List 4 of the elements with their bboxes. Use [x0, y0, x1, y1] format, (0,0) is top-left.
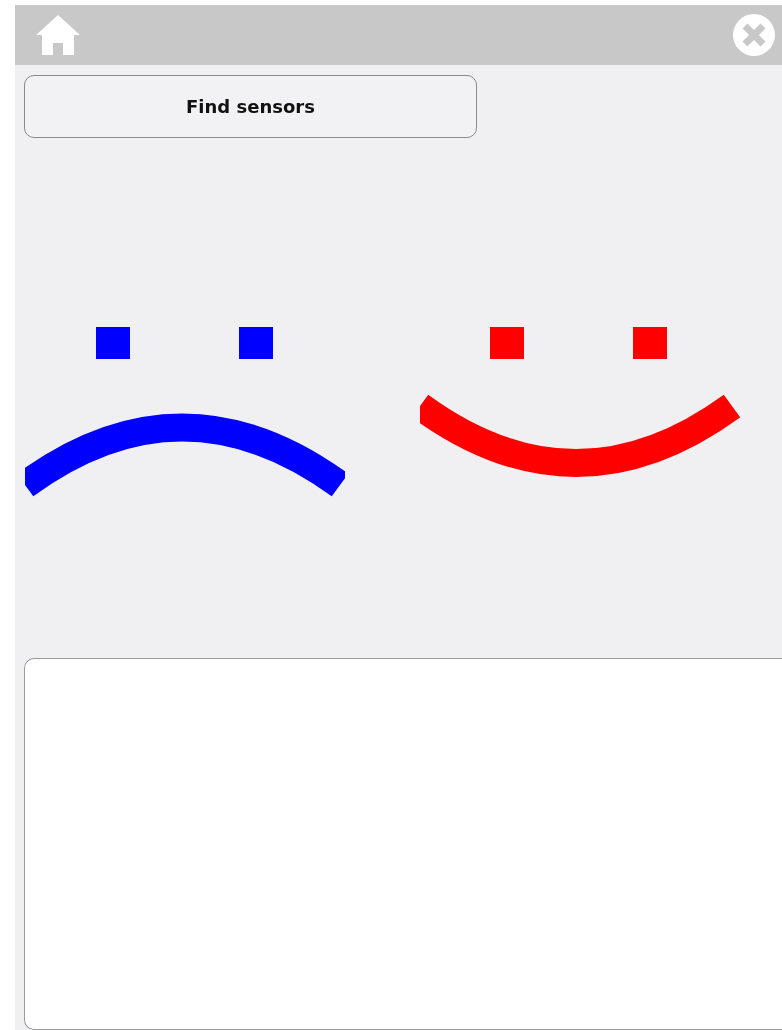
log-text-area[interactable]	[24, 658, 782, 1030]
find-sensors-button[interactable]: Find sensors	[24, 75, 477, 138]
home-icon[interactable]	[35, 13, 81, 57]
close-icon[interactable]	[732, 13, 776, 57]
